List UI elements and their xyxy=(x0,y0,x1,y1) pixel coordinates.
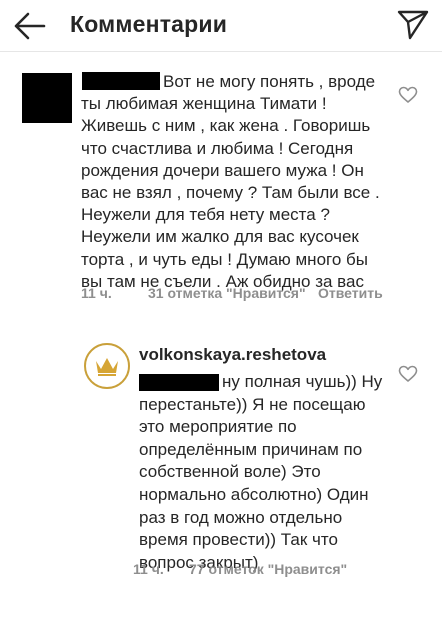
comment-time: 11 ч. xyxy=(81,285,112,301)
comment-time: 11 ч. xyxy=(133,561,164,577)
heart-icon[interactable] xyxy=(398,365,418,383)
top-bar: Комментарии xyxy=(0,0,442,52)
username[interactable]: volkonskaya.reshetova xyxy=(139,345,326,365)
like-count[interactable]: 31 отметка "Нравится" xyxy=(148,285,306,301)
like-count[interactable]: 77 отметок "Нравится" xyxy=(189,561,347,577)
avatar[interactable] xyxy=(22,73,72,123)
reply-button[interactable]: Ответить xyxy=(318,285,383,302)
arrow-left-icon[interactable] xyxy=(12,10,48,42)
comment-text: Вот не могу понять , вроде ты любимая же… xyxy=(81,72,380,291)
page-title: Комментарии xyxy=(70,11,228,37)
avatar[interactable] xyxy=(84,343,130,389)
comment-text: ну полная чушь)) Ну перестаньте)) Я не п… xyxy=(139,372,383,572)
paper-plane-icon[interactable] xyxy=(397,10,429,40)
heart-icon[interactable] xyxy=(398,86,418,104)
